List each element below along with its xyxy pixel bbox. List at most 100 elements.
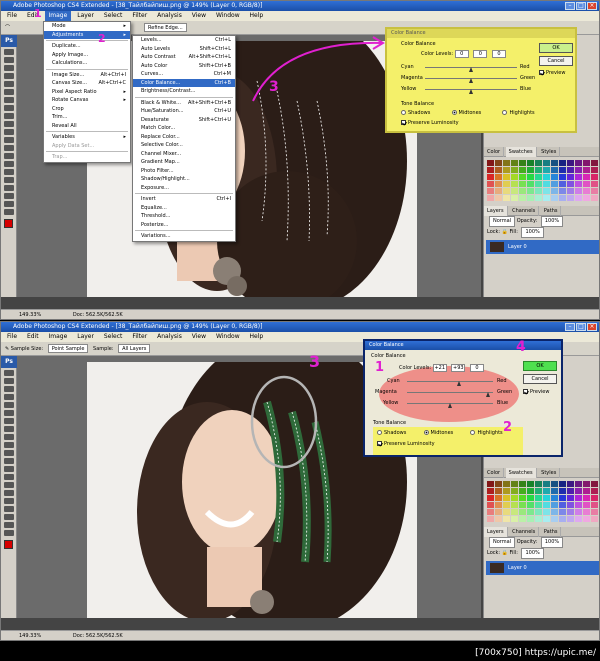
ok-button[interactable]: OK [523, 361, 557, 371]
menu-item-auto-color[interactable]: Auto Color Shift+Ctrl+B [133, 62, 235, 71]
swatch[interactable] [559, 174, 566, 180]
swatch-grid[interactable] [484, 478, 599, 525]
swatch[interactable] [559, 160, 566, 166]
swatch[interactable] [551, 167, 558, 173]
swatch[interactable] [487, 509, 494, 515]
swatch[interactable] [559, 488, 566, 494]
menu-window[interactable]: Window [212, 11, 244, 21]
foreground-color-swatch[interactable] [4, 219, 13, 228]
swatch[interactable] [519, 174, 526, 180]
gradient-tool-icon[interactable] [4, 458, 14, 464]
swatch[interactable] [519, 495, 526, 501]
swatch[interactable] [535, 516, 542, 522]
swatch[interactable] [583, 495, 590, 501]
menu-filter[interactable]: Filter [128, 11, 151, 21]
3d-tool-icon[interactable] [4, 193, 14, 199]
swatch[interactable] [535, 509, 542, 515]
swatch[interactable] [503, 195, 510, 201]
menu-image[interactable]: Image [44, 11, 72, 21]
dodge-tool-icon[interactable] [4, 153, 14, 159]
swatch[interactable] [559, 167, 566, 173]
swatch[interactable] [591, 167, 598, 173]
swatch[interactable] [535, 195, 542, 201]
swatch[interactable] [559, 509, 566, 515]
swatch[interactable] [543, 174, 550, 180]
swatch[interactable] [527, 181, 534, 187]
swatch[interactable] [543, 188, 550, 194]
swatch[interactable] [487, 174, 494, 180]
crop-tool-icon[interactable] [4, 402, 14, 408]
swatch[interactable] [503, 174, 510, 180]
swatch[interactable] [551, 509, 558, 515]
swatch[interactable] [591, 174, 598, 180]
swatch[interactable] [575, 195, 582, 201]
swatch[interactable] [559, 516, 566, 522]
swatch[interactable] [591, 502, 598, 508]
swatch[interactable] [567, 509, 574, 515]
swatch[interactable] [591, 181, 598, 187]
3d-tool-icon[interactable] [4, 514, 14, 520]
menu-edit[interactable]: Edit [23, 332, 43, 342]
menu-item-crop[interactable]: Crop [44, 105, 130, 114]
swatch[interactable] [511, 174, 518, 180]
swatch[interactable] [551, 488, 558, 494]
swatch[interactable] [519, 181, 526, 187]
swatch[interactable] [511, 181, 518, 187]
swatch[interactable] [487, 495, 494, 501]
blend-mode-select[interactable]: Normal [489, 216, 516, 227]
menu-item-brightness-contrast[interactable]: Brightness/Contrast... [133, 87, 235, 96]
history-brush-icon[interactable] [4, 121, 14, 127]
swatch[interactable] [583, 509, 590, 515]
menu-item-channel-mixer[interactable]: Channel Mixer... [133, 150, 235, 159]
swatch[interactable] [567, 516, 574, 522]
swatch[interactable] [543, 509, 550, 515]
swatch[interactable] [487, 188, 494, 194]
menu-item-canvas-size[interactable]: Canvas Size... Alt+Ctrl+C [44, 79, 130, 88]
swatch[interactable] [527, 174, 534, 180]
swatch[interactable] [543, 481, 550, 487]
swatch[interactable] [511, 188, 518, 194]
swatch[interactable] [591, 481, 598, 487]
menu-filter[interactable]: Filter [128, 332, 151, 342]
swatch[interactable] [543, 160, 550, 166]
menu-view[interactable]: View [188, 11, 210, 21]
swatch[interactable] [527, 195, 534, 201]
swatch[interactable] [591, 488, 598, 494]
preserve-luminosity-checkbox[interactable] [377, 441, 382, 446]
crop-tool-icon[interactable] [4, 81, 14, 87]
swatch[interactable] [527, 188, 534, 194]
level-magenta-green[interactable]: +93 [451, 364, 466, 372]
menu-item-desaturate[interactable]: Desaturate Shift+Ctrl+U [133, 116, 235, 125]
swatch[interactable] [527, 502, 534, 508]
preview-checkbox[interactable] [539, 70, 544, 75]
menu-item-mode[interactable]: Mode ▸ [44, 22, 130, 31]
swatch[interactable] [591, 160, 598, 166]
menu-item-curves[interactable]: Curves... Ctrl+M [133, 70, 235, 79]
swatch[interactable] [487, 488, 494, 494]
menu-item-variations[interactable]: Variations... [133, 232, 235, 241]
swatch[interactable] [503, 188, 510, 194]
menu-item-photo-filter[interactable]: Photo Filter... [133, 167, 235, 176]
swatch[interactable] [535, 488, 542, 494]
swatch[interactable] [567, 195, 574, 201]
swatch[interactable] [519, 195, 526, 201]
swatch[interactable] [583, 516, 590, 522]
menu-item-auto-contrast[interactable]: Auto Contrast Alt+Shift+Ctrl+L [133, 53, 235, 62]
swatch[interactable] [583, 481, 590, 487]
swatch[interactable] [495, 502, 502, 508]
menu-view[interactable]: View [188, 332, 210, 342]
history-brush-icon[interactable] [4, 442, 14, 448]
swatch[interactable] [527, 509, 534, 515]
swatch[interactable] [487, 481, 494, 487]
menu-select[interactable]: Select [100, 332, 127, 342]
menu-item-black-white[interactable]: Black & White... Alt+Shift+Ctrl+B [133, 99, 235, 108]
level-yellow-blue[interactable]: 0 [491, 50, 506, 58]
level-cyan-red[interactable]: +21 [432, 364, 447, 372]
pen-tool-icon[interactable] [4, 482, 14, 488]
tab-color[interactable]: Color [484, 147, 505, 157]
layer-row[interactable]: Layer 0 [486, 240, 599, 254]
swatch[interactable] [535, 160, 542, 166]
swatch[interactable] [567, 488, 574, 494]
menu-item-image-size[interactable]: Image Size... Alt+Ctrl+I [44, 71, 130, 80]
stamp-tool-icon[interactable] [4, 113, 14, 119]
